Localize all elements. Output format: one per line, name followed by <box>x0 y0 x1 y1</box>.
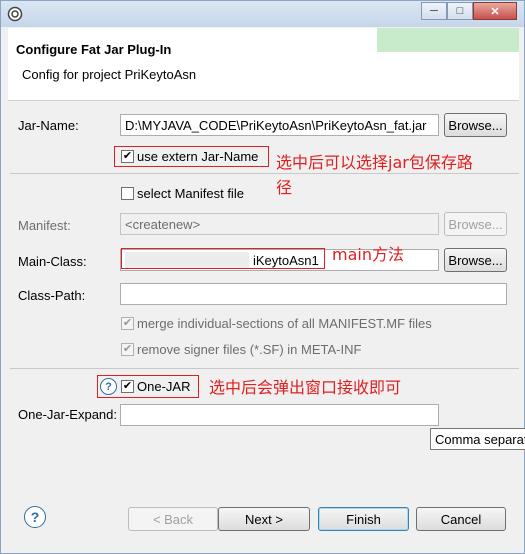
one-jar-checkbox[interactable]: ✔ <box>121 380 134 393</box>
merge-manifest-label: merge individual-sections of all MANIFES… <box>137 316 432 331</box>
help-icon[interactable]: ? <box>100 378 117 395</box>
help-icon[interactable]: ? <box>24 506 46 528</box>
main-class-browse-button[interactable]: Browse... <box>444 248 507 272</box>
remove-signer-checkbox: ✔ <box>121 343 134 356</box>
remove-signer-label: remove signer files (*.SF) in META-INF <box>137 342 362 357</box>
annotation-jar-path-line2: 径 <box>276 178 293 197</box>
select-manifest-label: select Manifest file <box>137 186 244 201</box>
jar-name-label: Jar-Name: <box>18 118 79 133</box>
maximize-button[interactable]: □ <box>447 2 473 20</box>
one-jar-expand-input[interactable] <box>120 404 439 426</box>
one-jar-expand-label: One-Jar-Expand: <box>18 407 117 422</box>
manifest-input: <createnew> <box>120 213 439 235</box>
title-bar[interactable]: ─ □ ✕ <box>1 1 524 27</box>
highlight-box-main-class <box>121 248 325 269</box>
next-button[interactable]: Next > <box>218 507 310 531</box>
banner-accent <box>377 28 519 52</box>
use-extern-jar-name-checkbox[interactable]: ✔ <box>121 150 134 163</box>
class-path-input[interactable] <box>120 283 507 305</box>
class-path-label: Class-Path: <box>18 288 86 303</box>
back-button: < Back <box>128 507 218 531</box>
use-extern-jar-name-label: use extern Jar-Name <box>137 149 259 164</box>
cancel-button[interactable]: Cancel <box>416 507 506 531</box>
merge-manifest-checkbox: ✔ <box>121 317 134 330</box>
separator <box>10 368 519 369</box>
select-manifest-checkbox[interactable] <box>121 187 134 200</box>
separator <box>10 173 519 174</box>
eclipse-app-icon <box>7 6 23 22</box>
annotation-jar-path-line1: 选中后可以选择jar包保存路 <box>276 153 473 172</box>
annotation-one-jar: 选中后会弹出窗口接收即可 <box>209 378 402 397</box>
dialog-window: ─ □ ✕ Configure Fat Jar Plug-In Config f… <box>0 0 525 554</box>
close-button[interactable]: ✕ <box>473 2 517 20</box>
main-class-label: Main-Class: <box>18 254 87 269</box>
tooltip: Comma separated <box>430 428 525 450</box>
jar-name-input[interactable]: D:\MYJAVA_CODE\PriKeytoAsn\PriKeytoAsn_f… <box>120 114 439 136</box>
dialog-subtitle: Config for project PriKeytoAsn <box>22 67 197 82</box>
finish-button[interactable]: Finish <box>318 507 409 531</box>
dialog-title: Configure Fat Jar Plug-In <box>16 42 172 57</box>
dialog-banner: Configure Fat Jar Plug-In Config for pro… <box>8 28 519 101</box>
one-jar-label: One-JAR <box>137 379 191 394</box>
manifest-label: Manifest: <box>18 218 71 233</box>
minimize-button[interactable]: ─ <box>421 2 447 20</box>
annotation-main-method: main方法 <box>332 245 404 264</box>
jar-name-browse-button[interactable]: Browse... <box>444 113 507 137</box>
manifest-browse-button: Browse... <box>444 212 507 236</box>
